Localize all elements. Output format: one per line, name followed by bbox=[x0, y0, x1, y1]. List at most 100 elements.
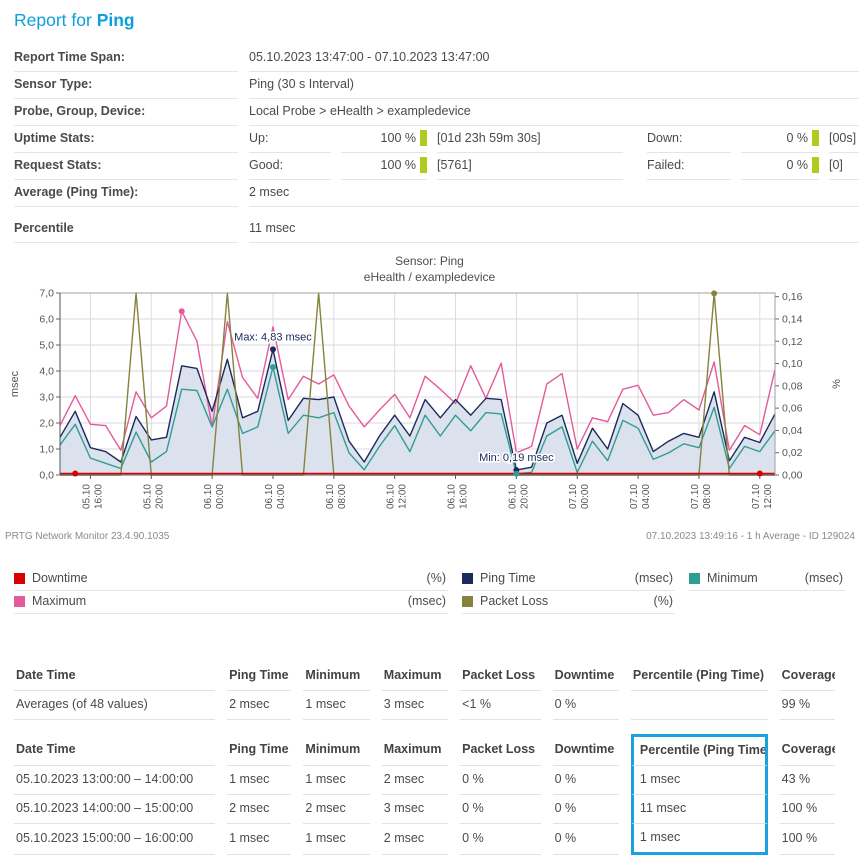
chart-footer: PRTG Network Monitor 23.4.90.1035 07.10.… bbox=[0, 531, 859, 542]
chart-annotation: Min: 0,19 msec bbox=[479, 452, 554, 464]
request-failed-gauge-bar bbox=[812, 157, 819, 173]
summary-value: Local Probe > eHealth > exampledevice bbox=[249, 99, 859, 126]
table-cell: 0 % bbox=[553, 691, 619, 720]
right-axis-label: 0,12 bbox=[782, 336, 803, 348]
percentile-highlight-cell: 1 msec bbox=[631, 766, 768, 795]
table-cell: 2 msec bbox=[382, 824, 448, 855]
left-axis-label: 6,0 bbox=[39, 314, 54, 326]
summary-row-average: Average (Ping Time): 2 msec bbox=[14, 180, 859, 207]
x-tick-time: 08:00 bbox=[702, 484, 713, 509]
column-header: Date Time bbox=[14, 662, 215, 691]
x-tick-date: 07.10 bbox=[629, 484, 640, 509]
legend-series-name: Downtime bbox=[32, 571, 88, 586]
request-good-percent-value: 100 % bbox=[381, 157, 416, 173]
table-row: Averages (of 48 values)2 msec1 msec3 mse… bbox=[14, 691, 835, 720]
page-title-sensor: Ping bbox=[97, 10, 135, 30]
x-tick-date: 06.10 bbox=[386, 484, 397, 509]
legend-item: Downtime (%) bbox=[14, 568, 448, 591]
summary-row-uptime-stats: Uptime Stats: Up: 100 % [01d 23h 59m 30s… bbox=[14, 126, 859, 153]
hourly-table: Date TimePing TimeMinimumMaximumPacket L… bbox=[2, 734, 847, 855]
legend-series-name: Minimum bbox=[707, 571, 758, 586]
right-axis-label: 0,10 bbox=[782, 358, 803, 370]
column-header: Downtime bbox=[553, 734, 619, 766]
x-tick-date: 06.10 bbox=[264, 484, 275, 509]
legend-series-name: Packet Loss bbox=[480, 594, 548, 609]
column-header: Packet Loss bbox=[460, 662, 540, 691]
x-tick-time: 12:00 bbox=[398, 484, 409, 509]
table-cell: 3 msec bbox=[382, 795, 448, 824]
ping-time-area-fill bbox=[60, 349, 775, 474]
summary-value: 2 msec bbox=[249, 180, 859, 207]
table-cell: 1 msec bbox=[227, 766, 291, 795]
x-tick-time: 16:00 bbox=[93, 484, 104, 509]
column-header: Date Time bbox=[14, 734, 215, 766]
legend-color-swatch bbox=[462, 596, 473, 607]
column-header: Ping Time bbox=[227, 662, 291, 691]
page-title-prefix: Report for bbox=[14, 10, 97, 30]
averages-table: Date TimePing TimeMinimumMaximumPacket L… bbox=[2, 662, 847, 720]
table-cell: 0 % bbox=[460, 824, 540, 855]
chart-annotation: Max: 4,83 msec bbox=[234, 331, 312, 343]
legend-series-unit: (%) bbox=[427, 571, 446, 586]
x-tick-time: 20:00 bbox=[519, 484, 530, 509]
report-page: Report for Ping Report Time Span: 05.10.… bbox=[0, 0, 859, 865]
table-cell: 1 msec bbox=[303, 766, 369, 795]
summary-label: Report Time Span: bbox=[14, 45, 238, 72]
request-good-percent: 100 % bbox=[341, 153, 427, 180]
left-axis-title: msec bbox=[9, 370, 21, 397]
x-tick-date: 05.10 bbox=[142, 484, 153, 509]
hourly-table-body: 05.10.2023 13:00:00 – 14:00:001 msec1 ms… bbox=[14, 766, 835, 855]
table-cell: 100 % bbox=[780, 795, 835, 824]
table-cell: 0 % bbox=[460, 795, 540, 824]
summary-label: Probe, Group, Device: bbox=[14, 99, 238, 126]
uptime-up-duration: [01d 23h 59m 30s] bbox=[437, 126, 623, 153]
percentile-highlight-cell: 11 msec bbox=[631, 795, 768, 824]
legend-series-name: Ping Time bbox=[480, 571, 536, 586]
summary-value: Ping (30 s Interval) bbox=[249, 72, 859, 99]
uptime-down-percent-value: 0 % bbox=[786, 130, 808, 146]
table-row: 05.10.2023 13:00:00 – 14:00:001 msec1 ms… bbox=[14, 766, 835, 795]
x-tick-time: 12:00 bbox=[763, 484, 774, 509]
x-tick-time: 16:00 bbox=[459, 484, 470, 509]
x-tick-date: 07.10 bbox=[568, 484, 579, 509]
series-marker-downtime bbox=[757, 471, 763, 477]
hourly-table-head: Date TimePing TimeMinimumMaximumPacket L… bbox=[14, 734, 835, 766]
legend-color-swatch bbox=[462, 573, 473, 584]
table-cell: 05.10.2023 15:00:00 – 16:00:00 bbox=[14, 824, 215, 855]
table-cell: 99 % bbox=[780, 691, 835, 720]
uptime-down-gauge-bar bbox=[812, 130, 819, 146]
left-axis-label: 0,0 bbox=[39, 470, 54, 482]
legend-item: Packet Loss(%) bbox=[462, 591, 675, 614]
right-axis-label: 0,04 bbox=[782, 425, 803, 437]
right-axis-label: 0,16 bbox=[782, 291, 803, 303]
summary-label: Average (Ping Time): bbox=[14, 180, 238, 207]
table-row: 05.10.2023 15:00:00 – 16:00:001 msec1 ms… bbox=[14, 824, 835, 855]
legend-series-unit: (msec) bbox=[635, 571, 673, 586]
left-axis-label: 2,0 bbox=[39, 418, 54, 430]
legend-color-swatch bbox=[14, 573, 25, 584]
legend-item: Ping Time (msec) bbox=[462, 568, 675, 591]
ping-chart-svg: 0,01,02,03,04,05,06,07,005.1016:0005.102… bbox=[0, 287, 859, 537]
x-tick-time: 20:00 bbox=[154, 484, 165, 509]
table-cell: 2 msec bbox=[227, 795, 291, 824]
left-axis-label: 7,0 bbox=[39, 288, 54, 300]
column-header: Coverage bbox=[780, 734, 835, 766]
table-cell bbox=[631, 691, 768, 720]
series-marker-ping-time bbox=[270, 346, 276, 352]
uptime-up-percent: 100 % bbox=[341, 126, 427, 153]
summary-row-timespan: Report Time Span: 05.10.2023 13:47:00 - … bbox=[14, 45, 859, 72]
x-tick-date: 07.10 bbox=[751, 484, 762, 509]
uptime-up-label: Up: bbox=[249, 126, 331, 153]
legend-item: Maximum(msec) bbox=[14, 591, 448, 614]
column-header: Coverage bbox=[780, 662, 835, 691]
summary-label: Percentile bbox=[14, 216, 238, 243]
summary-row-probe-group-device: Probe, Group, Device: Local Probe > eHea… bbox=[14, 99, 859, 126]
uptime-down-label: Down: bbox=[647, 126, 731, 153]
uptime-up-percent-value: 100 % bbox=[381, 130, 416, 146]
series-marker-minimum bbox=[513, 471, 519, 477]
x-tick-time: 08:00 bbox=[337, 484, 348, 509]
left-axis-label: 4,0 bbox=[39, 366, 54, 378]
right-axis-title: % bbox=[831, 379, 843, 389]
x-tick-date: 06.10 bbox=[325, 484, 336, 509]
request-failed-percent-value: 0 % bbox=[786, 157, 808, 173]
